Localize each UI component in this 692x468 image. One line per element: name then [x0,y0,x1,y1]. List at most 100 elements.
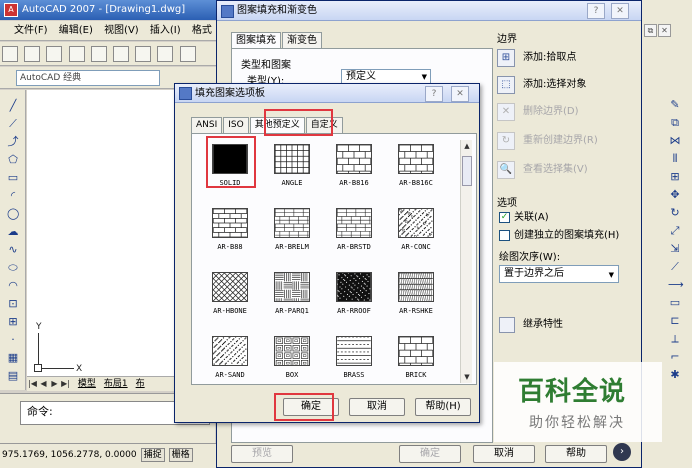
offset-icon[interactable]: ⫴ [668,152,682,166]
arc-icon[interactable]: ◜ [7,190,19,202]
pattern-swatch[interactable]: BRICK [385,336,447,383]
close-doc-icon[interactable]: ✕ [658,24,671,37]
break-icon[interactable]: ▭ [668,296,682,310]
menu-insert[interactable]: 插入(I) [150,25,181,36]
move-icon[interactable]: ✥ [668,188,682,202]
construction-line-icon[interactable]: ⟋ [7,118,19,130]
pattern-swatch[interactable]: AR-B816C [385,144,447,204]
erase-icon[interactable]: ✎ [668,98,682,112]
remove-boundaries-button[interactable]: ✕ 删除边界(D) [497,101,579,123]
inherit-properties-button[interactable]: 继承特性 [499,314,563,336]
pattern-swatch[interactable]: ANGLE [261,144,323,204]
paste-icon[interactable] [179,46,196,62]
grid-toggle[interactable]: 栅格 [168,448,193,462]
tab-ansi[interactable]: ANSI [191,117,223,133]
revision-cloud-icon[interactable]: ☁ [7,226,19,238]
insert-block-icon[interactable]: ⊡ [7,298,19,310]
copy-icon[interactable] [157,46,174,62]
palette-help-button[interactable]: ? [425,86,443,102]
circle-icon[interactable]: ◯ [7,208,19,220]
view-selections-button[interactable]: 🔍 查看选择集(V) [497,159,588,181]
tab-layout2[interactable]: 布 [132,379,149,389]
more-options-icon[interactable]: › [613,443,631,461]
pattern-swatch[interactable]: AR-RSHKE [385,272,447,332]
palette-scrollbar[interactable]: ▲ ▼ [460,140,472,383]
array-icon[interactable]: ⊞ [668,170,682,184]
preview-button[interactable]: 预览 [231,445,293,463]
associative-checkbox[interactable]: ✓ 关联(A) [499,211,549,225]
add-pick-points-button[interactable]: ⊞ 添加:拾取点 [497,47,576,69]
mirror-icon[interactable]: ⋈ [668,134,682,148]
scroll-down-icon[interactable]: ▼ [461,371,473,383]
open-file-icon[interactable] [24,46,41,62]
gradient-icon[interactable]: ▤ [7,370,19,382]
scroll-thumb[interactable] [462,156,472,186]
hatch-help-button[interactable]: ? [587,3,605,19]
join-icon[interactable]: ⊏ [668,314,682,328]
cut-icon[interactable] [135,46,152,62]
hatch-icon[interactable]: ▦ [7,352,19,364]
palette-help-footer-button[interactable]: 帮助(H) [415,398,471,416]
recreate-boundary-button[interactable]: ↻ 重新创建边界(R) [497,130,598,152]
scroll-up-icon[interactable]: ▲ [461,140,473,152]
menu-view[interactable]: 视图(V) [104,25,139,36]
new-file-icon[interactable] [2,46,18,62]
print-icon[interactable] [68,46,85,62]
pattern-swatch[interactable]: BRASS [323,336,385,383]
separate-hatches-checkbox[interactable]: 创建独立的图案填充(H) [499,229,619,243]
menu-edit[interactable]: 编辑(E) [59,25,93,36]
pattern-swatch[interactable]: BOX [261,336,323,383]
prev-tab-icon[interactable]: ◀ [38,377,49,391]
snap-toggle[interactable]: 捕捉 [140,448,165,462]
tab-hatch[interactable]: 图案填充 [231,32,281,49]
spline-icon[interactable]: ∿ [7,244,19,256]
explode-icon[interactable]: ✱ [668,368,682,382]
palette-close-button[interactable]: ✕ [451,86,469,102]
line-icon[interactable]: ╱ [7,100,19,112]
stretch-icon[interactable]: ⇲ [668,242,682,256]
tab-model[interactable]: 模型 [74,379,100,389]
last-tab-icon[interactable]: ▶| [60,377,71,391]
pattern-swatch[interactable]: AR-B88 [199,208,261,268]
drawing-area[interactable] [27,90,177,376]
draw-order-select[interactable]: 置于边界之后 [499,265,619,283]
palette-cancel-button[interactable]: 取消 [349,398,405,416]
tab-iso[interactable]: ISO [223,117,249,133]
menu-file[interactable]: 文件(F) [14,25,48,36]
copy-object-icon[interactable]: ⧉ [668,116,682,130]
hatch-close-button[interactable]: ✕ [611,3,629,19]
trim-icon[interactable]: ⟋ [668,260,682,274]
next-tab-icon[interactable]: ▶ [49,377,60,391]
tab-layout1[interactable]: 布局1 [100,379,132,389]
extend-icon[interactable]: ⟶ [668,278,684,292]
hatch-ok-button[interactable]: 确定 [399,445,461,463]
polygon-icon[interactable]: ⬠ [7,154,19,166]
plot-preview-icon[interactable] [90,46,107,62]
rotate-icon[interactable]: ↻ [668,206,682,220]
restore-icon[interactable]: ⧉ [644,24,657,37]
hatch-help-footer-button[interactable]: 帮助 [545,445,607,463]
scale-icon[interactable]: ⤢ [668,224,682,238]
pattern-swatch[interactable]: AR-PARQ1 [261,272,323,332]
pattern-swatch[interactable]: AR-BRSTD [323,208,385,268]
pattern-swatch[interactable]: AR-B816 [323,144,385,204]
chamfer-icon[interactable]: ⟂ [668,332,682,346]
pattern-swatch[interactable]: AR-CONC [385,208,447,268]
workspace-select[interactable]: AutoCAD 经典 [16,70,160,86]
make-block-icon[interactable]: ⊞ [7,316,19,328]
tab-gradient[interactable]: 渐变色 [282,32,322,48]
pattern-swatch[interactable]: AR-BRELM [261,208,323,268]
pattern-swatch[interactable]: AR-RROOF [323,272,385,332]
menu-format[interactable]: 格式 [192,25,212,36]
point-icon[interactable]: · [7,334,19,346]
polyline-icon[interactable]: ⤴ [7,136,19,148]
fillet-icon[interactable]: ⌐ [668,350,682,364]
pattern-swatch[interactable]: AR-HBONE [199,272,261,332]
first-tab-icon[interactable]: |◀ [27,377,38,391]
hatch-cancel-button[interactable]: 取消 [473,445,535,463]
ellipse-icon[interactable]: ⬭ [7,262,19,274]
rectangle-icon[interactable]: ▭ [7,172,19,184]
add-select-objects-button[interactable]: ⬚ 添加:选择对象 [497,74,586,96]
pattern-swatch[interactable]: AR-SAND [199,336,261,383]
ellipse-arc-icon[interactable]: ◠ [7,280,19,292]
